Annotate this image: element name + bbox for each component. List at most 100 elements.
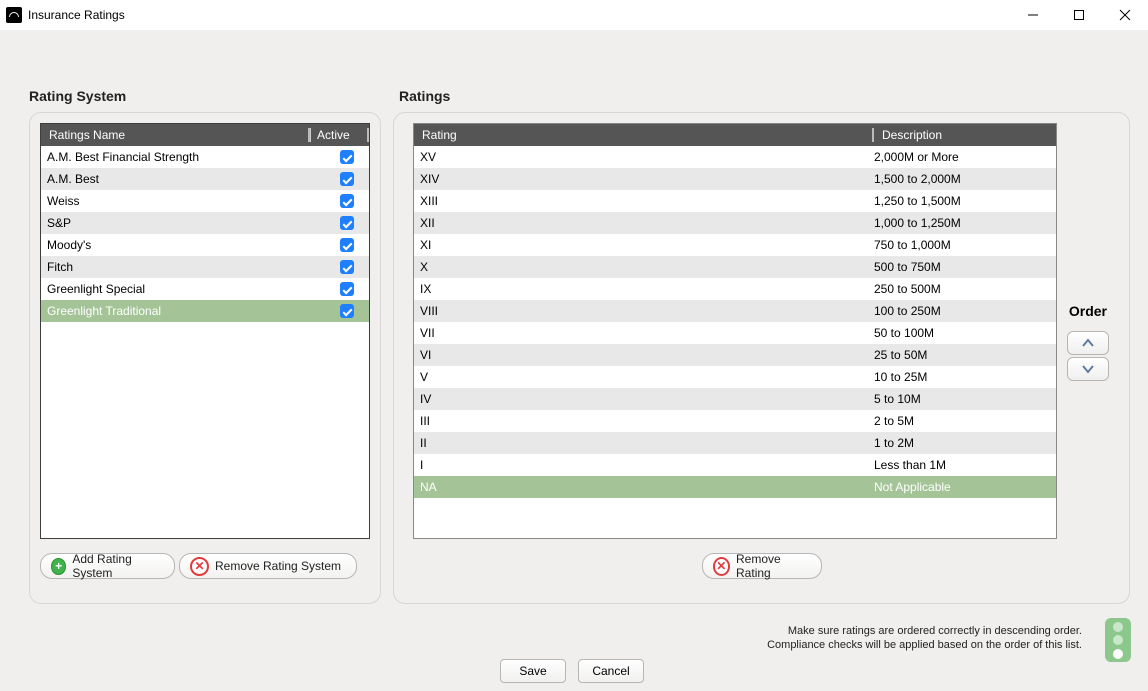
ratings-grid[interactable]: Rating Description XV2,000M or MoreXIV1,… [413, 123, 1057, 539]
rating-system-row[interactable]: Greenlight Traditional [41, 300, 369, 322]
rating-code: V [414, 370, 868, 384]
save-button[interactable]: Save [500, 659, 566, 683]
chevron-down-icon [1081, 364, 1095, 374]
rating-system-name: Greenlight Traditional [41, 304, 325, 318]
app-icon [6, 7, 22, 23]
rating-row[interactable]: VII50 to 100M [414, 322, 1056, 344]
cancel-button[interactable]: Cancel [578, 659, 644, 683]
rating-description: 50 to 100M [868, 326, 1056, 340]
rating-row[interactable]: XIII1,250 to 1,500M [414, 190, 1056, 212]
rating-row[interactable]: IX250 to 500M [414, 278, 1056, 300]
rating-system-row[interactable]: A.M. Best [41, 168, 369, 190]
rating-system-name: S&P [41, 216, 325, 230]
rating-code: NA [414, 480, 868, 494]
chevron-up-icon [1081, 338, 1095, 348]
checkbox-checked-icon[interactable] [340, 216, 354, 230]
remove-rating-system-button[interactable]: ✕ Remove Rating System [179, 553, 357, 579]
rating-description: 100 to 250M [868, 304, 1056, 318]
col-header-active[interactable]: Active [310, 128, 369, 142]
rating-row[interactable]: VIII100 to 250M [414, 300, 1056, 322]
checkbox-checked-icon[interactable] [340, 282, 354, 296]
rating-description: 1,250 to 1,500M [868, 194, 1056, 208]
rating-system-active-cell [325, 238, 369, 252]
rating-code: III [414, 414, 868, 428]
add-rating-system-button[interactable]: + Add Rating System [40, 553, 175, 579]
rating-system-name: Moody's [41, 238, 325, 252]
col-header-description[interactable]: Description [874, 128, 1056, 142]
hint-line2: Compliance checks will be applied based … [767, 639, 1082, 651]
rating-system-panel: Ratings Name Active A.M. Best Financial … [29, 112, 381, 604]
col-header-rating[interactable]: Rating [414, 128, 874, 142]
add-rating-system-label: Add Rating System [72, 552, 164, 580]
remove-rating-button[interactable]: ✕ Remove Rating [702, 553, 822, 579]
hint-text: Make sure ratings are ordered correctly … [602, 624, 1082, 652]
checkbox-checked-icon[interactable] [340, 150, 354, 164]
rating-system-name: A.M. Best [41, 172, 325, 186]
status-indicator[interactable] [1105, 618, 1131, 662]
rating-row[interactable]: II1 to 2M [414, 432, 1056, 454]
maximize-button[interactable] [1056, 0, 1102, 30]
col-header-ratings-name[interactable]: Ratings Name [41, 128, 310, 142]
rating-description: 5 to 10M [868, 392, 1056, 406]
order-label: Order [1069, 303, 1107, 319]
rating-system-active-cell [325, 172, 369, 186]
rating-row[interactable]: XIV1,500 to 2,000M [414, 168, 1056, 190]
rating-description: 2 to 5M [868, 414, 1056, 428]
checkbox-checked-icon[interactable] [340, 304, 354, 318]
rating-system-row[interactable]: Fitch [41, 256, 369, 278]
remove-rating-label: Remove Rating [736, 552, 810, 580]
rating-system-active-cell [325, 304, 369, 318]
rating-row[interactable]: ILess than 1M [414, 454, 1056, 476]
status-dot-mid [1113, 635, 1123, 645]
minimize-button[interactable] [1010, 0, 1056, 30]
rating-system-name: Greenlight Special [41, 282, 325, 296]
rating-system-row[interactable]: Greenlight Special [41, 278, 369, 300]
rating-code: I [414, 458, 868, 472]
rating-code: VII [414, 326, 868, 340]
rating-system-active-cell [325, 194, 369, 208]
rating-system-row[interactable]: S&P [41, 212, 369, 234]
rating-system-row[interactable]: Weiss [41, 190, 369, 212]
rating-row[interactable]: X500 to 750M [414, 256, 1056, 278]
order-up-button[interactable] [1067, 331, 1109, 355]
rating-code: VIII [414, 304, 868, 318]
rating-system-row[interactable]: Moody's [41, 234, 369, 256]
checkbox-checked-icon[interactable] [340, 172, 354, 186]
rating-description: Less than 1M [868, 458, 1056, 472]
rating-row[interactable]: XV2,000M or More [414, 146, 1056, 168]
rating-row[interactable]: XII1,000 to 1,250M [414, 212, 1056, 234]
rating-row[interactable]: V10 to 25M [414, 366, 1056, 388]
close-button[interactable] [1102, 0, 1148, 30]
checkbox-checked-icon[interactable] [340, 194, 354, 208]
rating-description: 10 to 25M [868, 370, 1056, 384]
rating-description: 1 to 2M [868, 436, 1056, 450]
rating-system-name: Weiss [41, 194, 325, 208]
remove-rating-system-label: Remove Rating System [215, 559, 341, 573]
hint-line1: Make sure ratings are ordered correctly … [788, 625, 1082, 637]
rating-system-active-cell [325, 150, 369, 164]
checkbox-checked-icon[interactable] [340, 260, 354, 274]
rating-system-label: Rating System [29, 88, 126, 104]
checkbox-checked-icon[interactable] [340, 238, 354, 252]
ratings-panel: Rating Description XV2,000M or MoreXIV1,… [393, 112, 1130, 604]
remove-icon: ✕ [713, 557, 731, 576]
ratings-label: Ratings [399, 88, 450, 104]
rating-row[interactable]: NANot Applicable [414, 476, 1056, 498]
rating-row[interactable]: XI750 to 1,000M [414, 234, 1056, 256]
rating-code: VI [414, 348, 868, 362]
rating-system-name: A.M. Best Financial Strength [41, 150, 325, 164]
rating-system-row[interactable]: A.M. Best Financial Strength [41, 146, 369, 168]
title-bar: Insurance Ratings [0, 0, 1148, 30]
rating-row[interactable]: IV5 to 10M [414, 388, 1056, 410]
status-dot-top [1113, 622, 1123, 632]
rating-row[interactable]: III2 to 5M [414, 410, 1056, 432]
rating-description: 1,500 to 2,000M [868, 172, 1056, 186]
rating-code: II [414, 436, 868, 450]
rating-code: IV [414, 392, 868, 406]
rating-code: XV [414, 150, 868, 164]
rating-system-grid[interactable]: Ratings Name Active A.M. Best Financial … [40, 123, 370, 539]
rating-description: 25 to 50M [868, 348, 1056, 362]
order-down-button[interactable] [1067, 357, 1109, 381]
rating-system-active-cell [325, 216, 369, 230]
rating-row[interactable]: VI25 to 50M [414, 344, 1056, 366]
